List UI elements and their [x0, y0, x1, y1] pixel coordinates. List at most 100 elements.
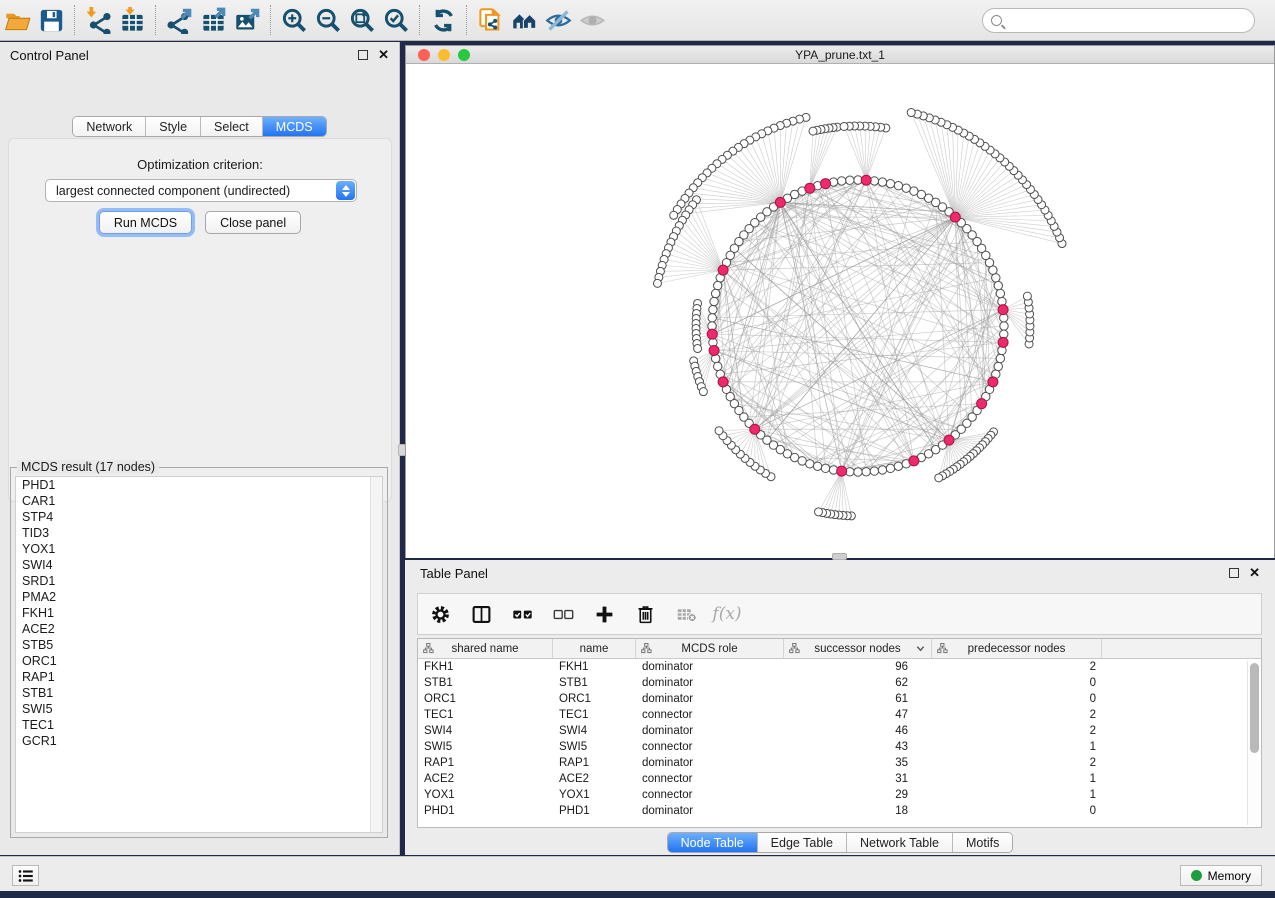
- table-row[interactable]: RAP1RAP1dominator352: [418, 755, 1261, 771]
- table-row[interactable]: SWI5SWI5connector431: [418, 739, 1261, 755]
- column-header-MCDS-role[interactable]: MCDS role: [636, 639, 784, 658]
- mcds-result-list[interactable]: PHD1CAR1STP4TID3YOX1SWI4SRD1PMA2FKH1ACE2…: [15, 476, 383, 833]
- mcds-hub-node[interactable]: [718, 265, 728, 275]
- mcds-hub-node[interactable]: [775, 197, 785, 207]
- memory-status-button[interactable]: Memory: [1180, 865, 1262, 886]
- show-columns-icon[interactable]: [469, 602, 493, 626]
- table-scrollbar-thumb[interactable]: [1250, 663, 1259, 753]
- mcds-hub-node[interactable]: [861, 175, 871, 185]
- horizontal-splitter-handle[interactable]: [832, 553, 847, 560]
- close-panel-button[interactable]: Close panel: [205, 211, 301, 234]
- close-panel-icon[interactable]: ✕: [378, 50, 389, 60]
- mcds-hub-node[interactable]: [821, 179, 831, 189]
- mcds-hub-node[interactable]: [944, 435, 954, 445]
- mcds-result-item[interactable]: PMA2: [16, 589, 382, 605]
- add-column-icon[interactable]: [592, 602, 616, 626]
- column-header-shared-name[interactable]: shared name: [418, 639, 553, 658]
- table-row[interactable]: STB1STB1dominator620: [418, 675, 1261, 691]
- zoom-in-icon[interactable]: [277, 4, 311, 36]
- mcds-result-item[interactable]: GCR1: [16, 733, 382, 749]
- refresh-icon[interactable]: [426, 4, 460, 36]
- export-network-icon[interactable]: [162, 4, 196, 36]
- mcds-result-item[interactable]: ACE2: [16, 621, 382, 637]
- mcds-hub-node[interactable]: [837, 466, 847, 476]
- control-panel-tab-mcds[interactable]: MCDS: [263, 117, 326, 136]
- table-panel-tab-edge-table[interactable]: Edge Table: [758, 833, 847, 852]
- mcds-result-item[interactable]: SWI4: [16, 557, 382, 573]
- mcds-hub-node[interactable]: [950, 212, 960, 222]
- table-settings-gear-icon[interactable]: [428, 602, 452, 626]
- first-neighbors-icon[interactable]: [507, 4, 541, 36]
- mcds-hub-node[interactable]: [750, 424, 760, 434]
- column-header-successor-nodes[interactable]: successor nodes: [784, 639, 932, 658]
- column-header-predecessor-nodes[interactable]: predecessor nodes: [932, 639, 1102, 658]
- column-header-name[interactable]: name: [553, 639, 636, 658]
- mcds-hub-node[interactable]: [707, 329, 717, 339]
- network-graph-canvas[interactable]: [406, 64, 1274, 558]
- mcds-list-scrollbar[interactable]: [370, 477, 382, 832]
- new-network-from-selection-icon[interactable]: [473, 4, 507, 36]
- mcds-result-title: MCDS result (17 nodes): [17, 460, 159, 474]
- network-window-titlebar[interactable]: YPA_prune.txt_1: [406, 46, 1274, 64]
- table-row[interactable]: TEC1TEC1connector472: [418, 707, 1261, 723]
- table-row[interactable]: PHD1PHD1dominator180: [418, 803, 1261, 819]
- mcds-result-item[interactable]: RAP1: [16, 669, 382, 685]
- table-row[interactable]: SWI4SWI4dominator462: [418, 723, 1261, 739]
- import-network-icon[interactable]: [81, 4, 115, 36]
- search-input[interactable]: [1002, 14, 1254, 28]
- run-mcds-button[interactable]: Run MCDS: [99, 211, 192, 234]
- node-table[interactable]: shared namenameMCDS rolesuccessor nodesp…: [417, 638, 1262, 828]
- mcds-hub-node[interactable]: [998, 337, 1008, 347]
- zoom-fit-icon[interactable]: [345, 4, 379, 36]
- task-history-button[interactable]: [12, 865, 39, 886]
- table-panel-tab-network-table[interactable]: Network Table: [847, 833, 953, 852]
- mcds-hub-node[interactable]: [805, 183, 815, 193]
- mcds-hub-node[interactable]: [709, 345, 719, 355]
- delete-table-icon: [674, 602, 698, 626]
- table-panel-tab-node-table[interactable]: Node Table: [668, 833, 758, 852]
- zoom-selected-icon[interactable]: [379, 4, 413, 36]
- mcds-result-item[interactable]: STB5: [16, 637, 382, 653]
- table-row[interactable]: ORC1ORC1dominator610: [418, 691, 1261, 707]
- mcds-result-item[interactable]: STP4: [16, 509, 382, 525]
- table-row[interactable]: ACE2ACE2connector311: [418, 771, 1261, 787]
- float-panel-icon[interactable]: [358, 50, 368, 60]
- table-row[interactable]: YOX1YOX1connector291: [418, 787, 1261, 803]
- mcds-result-item[interactable]: TEC1: [16, 717, 382, 733]
- mcds-result-item[interactable]: SWI5: [16, 701, 382, 717]
- optimization-criterion-select[interactable]: largest connected component (undirected): [45, 179, 357, 202]
- select-all-rows-icon[interactable]: [510, 602, 534, 626]
- mcds-hub-node[interactable]: [909, 456, 919, 466]
- mcds-hub-node[interactable]: [718, 377, 728, 387]
- mcds-hub-node[interactable]: [977, 399, 987, 409]
- mcds-result-item[interactable]: YOX1: [16, 541, 382, 557]
- mcds-result-item[interactable]: PHD1: [16, 477, 382, 493]
- control-panel-tab-network[interactable]: Network: [73, 117, 146, 136]
- export-table-icon[interactable]: [196, 4, 230, 36]
- close-table-panel-icon[interactable]: ✕: [1249, 568, 1260, 578]
- mcds-result-item[interactable]: CAR1: [16, 493, 382, 509]
- zoom-out-icon[interactable]: [311, 4, 345, 36]
- search-field[interactable]: [982, 8, 1255, 33]
- cell-shared_name: FKH1: [418, 661, 553, 673]
- mcds-hub-node[interactable]: [998, 305, 1008, 315]
- control-panel-tab-select[interactable]: Select: [201, 117, 263, 136]
- hide-selected-icon[interactable]: [541, 4, 575, 36]
- export-image-icon[interactable]: [230, 4, 264, 36]
- open-file-icon[interactable]: [0, 4, 34, 36]
- float-table-panel-icon[interactable]: [1229, 568, 1239, 578]
- mcds-result-item[interactable]: ORC1: [16, 653, 382, 669]
- mcds-result-item[interactable]: SRD1: [16, 573, 382, 589]
- save-session-icon[interactable]: [34, 4, 68, 36]
- deselect-all-rows-icon[interactable]: [551, 602, 575, 626]
- mcds-result-item[interactable]: FKH1: [16, 605, 382, 621]
- delete-column-icon[interactable]: [633, 602, 657, 626]
- control-panel-tab-style[interactable]: Style: [146, 117, 201, 136]
- import-table-icon[interactable]: [115, 4, 149, 36]
- table-row[interactable]: FKH1FKH1dominator962: [418, 659, 1261, 675]
- mcds-result-item[interactable]: STB1: [16, 685, 382, 701]
- table-panel-tab-motifs[interactable]: Motifs: [953, 833, 1012, 852]
- table-scrollbar[interactable]: [1247, 661, 1259, 825]
- mcds-hub-node[interactable]: [988, 377, 998, 387]
- mcds-result-item[interactable]: TID3: [16, 525, 382, 541]
